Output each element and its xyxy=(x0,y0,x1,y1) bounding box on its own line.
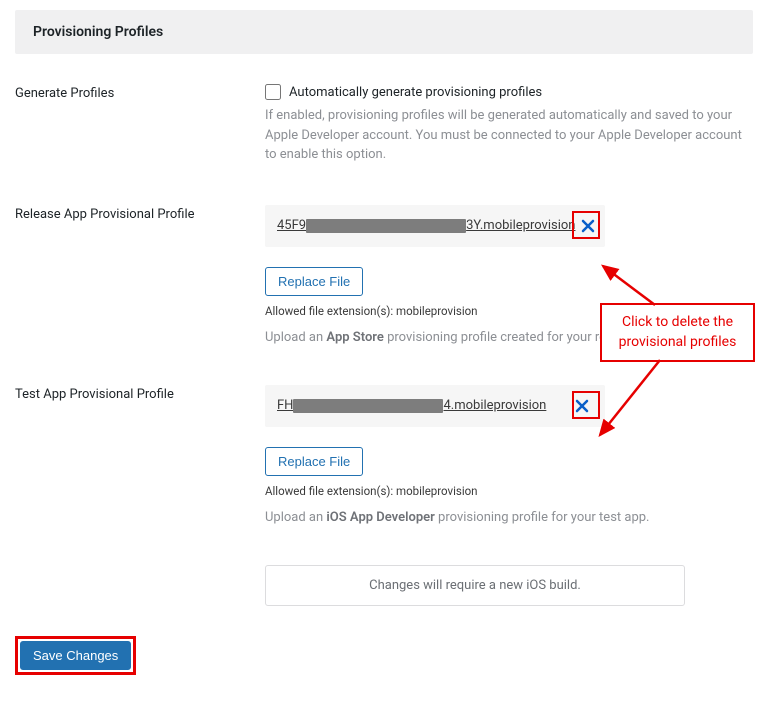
generate-profiles-row: Generate Profiles Automatically generate… xyxy=(15,84,753,165)
build-notice: Changes will require a new iOS build. xyxy=(265,565,685,606)
close-icon xyxy=(575,399,589,413)
test-replace-button[interactable]: Replace File xyxy=(265,447,363,476)
test-file-name[interactable]: FH4.mobileprovision xyxy=(277,398,546,413)
release-file-field: 45F93Y.mobileprovision xyxy=(265,205,605,247)
test-profile-label: Test App Provisional Profile xyxy=(15,385,265,402)
release-file-name[interactable]: 45F93Y.mobileprovision xyxy=(277,218,575,233)
test-profile-row: Test App Provisional Profile FH4.mobilep… xyxy=(15,385,753,525)
redacted-text xyxy=(306,219,466,233)
release-profile-row: Release App Provisional Profile 45F93Y.m… xyxy=(15,205,753,345)
generate-help-text: If enabled, provisioning profiles will b… xyxy=(265,106,753,165)
section-title: Provisioning Profiles xyxy=(33,24,735,40)
test-upload-help: Upload an iOS App Developer provisioning… xyxy=(265,510,753,525)
auto-generate-checkbox-text: Automatically generate provisioning prof… xyxy=(289,85,542,100)
redacted-text xyxy=(293,399,443,413)
test-delete-button[interactable] xyxy=(571,395,593,417)
generate-profiles-label: Generate Profiles xyxy=(15,84,265,101)
annotation-highlight-save: Save Changes xyxy=(15,636,136,675)
auto-generate-checkbox[interactable] xyxy=(265,84,281,100)
release-replace-button[interactable]: Replace File xyxy=(265,267,363,296)
save-changes-button[interactable]: Save Changes xyxy=(20,641,131,670)
release-profile-label: Release App Provisional Profile xyxy=(15,205,265,222)
test-allowed-extensions: Allowed file extension(s): mobileprovisi… xyxy=(265,484,753,498)
section-header: Provisioning Profiles xyxy=(15,10,753,54)
auto-generate-checkbox-label[interactable]: Automatically generate provisioning prof… xyxy=(265,84,753,100)
test-file-field: FH4.mobileprovision xyxy=(265,385,605,427)
release-allowed-extensions: Allowed file extension(s): mobileprovisi… xyxy=(265,304,753,318)
release-upload-help: Upload an App Store provisioning profile… xyxy=(265,330,753,345)
release-delete-button[interactable] xyxy=(581,215,595,237)
close-icon xyxy=(581,219,595,233)
